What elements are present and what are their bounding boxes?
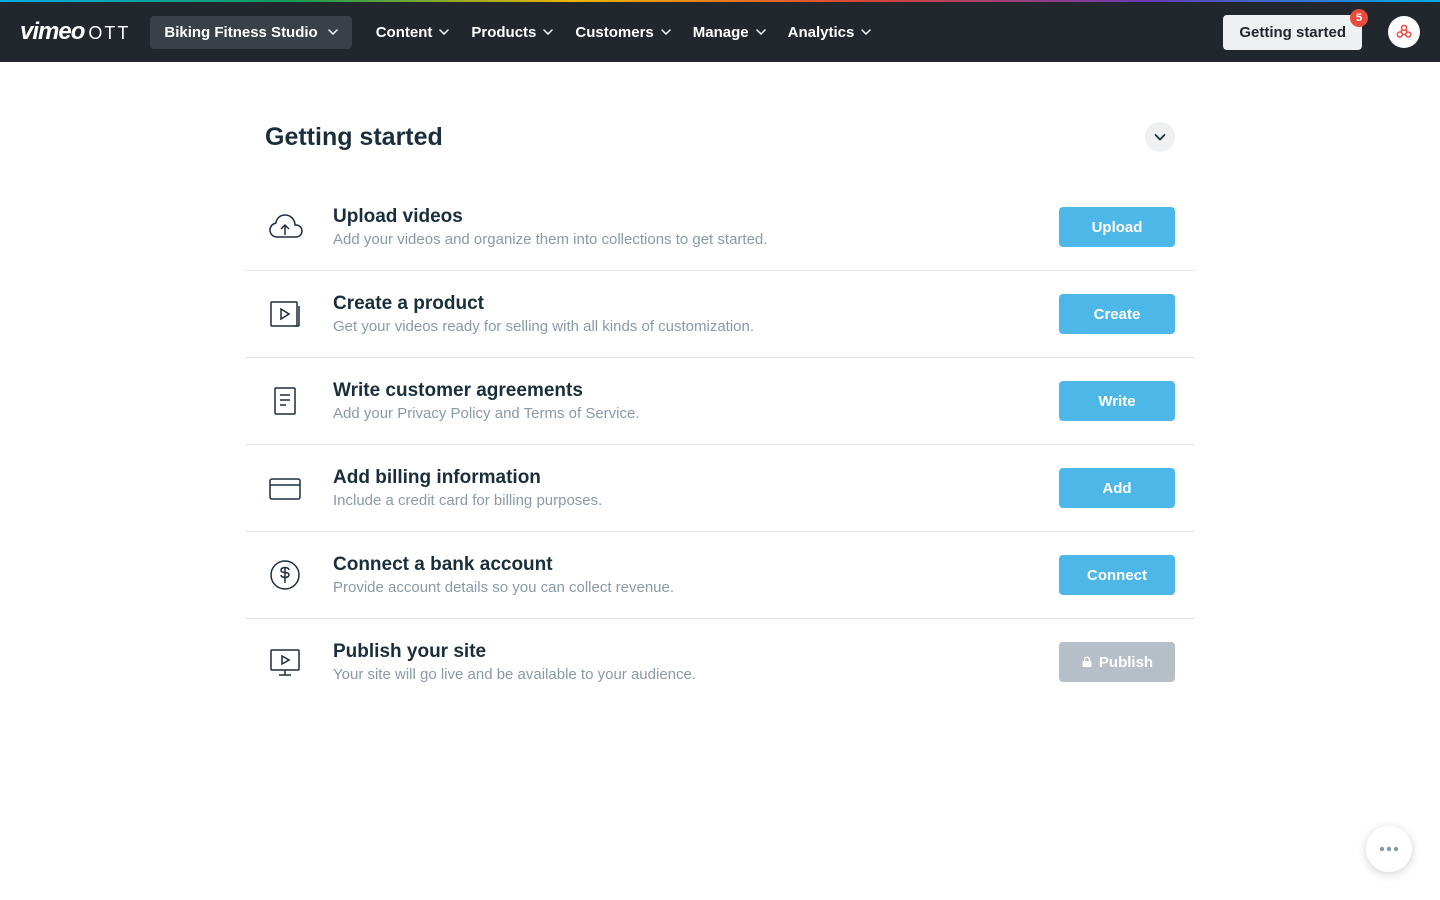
- collapse-button[interactable]: [1145, 122, 1175, 152]
- step-publish-site: Publish your site Your site will go live…: [245, 619, 1195, 705]
- cloud-upload-icon: [265, 207, 305, 247]
- nav-content[interactable]: Content: [376, 24, 450, 41]
- chevron-down-icon: [756, 29, 766, 35]
- avatar-icon: [1394, 22, 1414, 42]
- brand-logo[interactable]: vimeo OTT: [20, 18, 130, 46]
- chevron-down-icon: [1154, 133, 1166, 141]
- step-upload-videos: Upload videos Add your videos and organi…: [245, 184, 1195, 271]
- step-title: Add billing information: [333, 467, 1031, 489]
- step-add-billing: Add billing information Include a credit…: [245, 445, 1195, 532]
- step-text: Write customer agreements Add your Priva…: [333, 380, 1031, 422]
- step-title: Upload videos: [333, 206, 1031, 228]
- nav-manage[interactable]: Manage: [693, 24, 766, 41]
- step-title: Connect a bank account: [333, 554, 1031, 576]
- getting-started-button-wrapper: Getting started 5: [1223, 15, 1362, 50]
- step-text: Publish your site Your site will go live…: [333, 641, 1031, 683]
- step-connect-bank: Connect a bank account Provide account d…: [245, 532, 1195, 619]
- step-desc: Include a credit card for billing purpos…: [333, 492, 1031, 509]
- page-title: Getting started: [265, 123, 443, 152]
- chevron-down-icon: [328, 29, 338, 35]
- chevron-down-icon: [439, 29, 449, 35]
- upload-button[interactable]: Upload: [1059, 207, 1175, 247]
- step-write-agreements: Write customer agreements Add your Priva…: [245, 358, 1195, 445]
- more-fab[interactable]: [1366, 826, 1412, 872]
- create-button[interactable]: Create: [1059, 294, 1175, 334]
- step-title: Publish your site: [333, 641, 1031, 663]
- step-desc: Add your videos and organize them into c…: [333, 231, 1031, 248]
- credit-card-icon: [265, 468, 305, 508]
- nav-products[interactable]: Products: [471, 24, 553, 41]
- chevron-down-icon: [543, 29, 553, 35]
- getting-started-badge: 5: [1350, 9, 1368, 27]
- step-text: Add billing information Include a credit…: [333, 467, 1031, 509]
- page-header-row: Getting started: [245, 122, 1195, 152]
- nav-analytics[interactable]: Analytics: [788, 24, 872, 41]
- connect-button[interactable]: Connect: [1059, 555, 1175, 595]
- workspace-name: Biking Fitness Studio: [164, 24, 317, 41]
- publish-button-label: Publish: [1099, 654, 1153, 671]
- step-desc: Your site will go live and be available …: [333, 666, 1031, 683]
- step-title: Create a product: [333, 293, 1031, 315]
- chevron-down-icon: [661, 29, 671, 35]
- nav-analytics-label: Analytics: [788, 24, 855, 41]
- publish-button[interactable]: Publish: [1059, 642, 1175, 682]
- brand-vimeo: vimeo: [20, 18, 84, 46]
- document-icon: [265, 381, 305, 421]
- nav-items: Content Products Customers Manage Analyt…: [376, 24, 872, 41]
- step-desc: Provide account details so you can colle…: [333, 579, 1031, 596]
- step-text: Upload videos Add your videos and organi…: [333, 206, 1031, 248]
- nav-customers-label: Customers: [575, 24, 653, 41]
- main: Getting started Upload videos Add your v…: [245, 62, 1195, 705]
- dollar-icon: [265, 555, 305, 595]
- nav-content-label: Content: [376, 24, 433, 41]
- more-horizontal-icon: [1379, 846, 1399, 852]
- step-text: Connect a bank account Provide account d…: [333, 554, 1031, 596]
- top-nav: vimeo OTT Biking Fitness Studio Content …: [0, 2, 1440, 62]
- video-product-icon: [265, 294, 305, 334]
- workspace-selector[interactable]: Biking Fitness Studio: [150, 16, 351, 49]
- getting-started-button[interactable]: Getting started: [1223, 15, 1362, 50]
- nav-manage-label: Manage: [693, 24, 749, 41]
- avatar[interactable]: [1388, 16, 1420, 48]
- step-desc: Get your videos ready for selling with a…: [333, 318, 1031, 335]
- monitor-play-icon: [265, 642, 305, 682]
- write-button[interactable]: Write: [1059, 381, 1175, 421]
- brand-ott: OTT: [88, 23, 130, 44]
- chevron-down-icon: [861, 29, 871, 35]
- step-desc: Add your Privacy Policy and Terms of Ser…: [333, 405, 1031, 422]
- step-create-product: Create a product Get your videos ready f…: [245, 271, 1195, 358]
- step-title: Write customer agreements: [333, 380, 1031, 402]
- nav-customers[interactable]: Customers: [575, 24, 670, 41]
- add-button[interactable]: Add: [1059, 468, 1175, 508]
- lock-icon: [1081, 656, 1093, 668]
- nav-products-label: Products: [471, 24, 536, 41]
- step-text: Create a product Get your videos ready f…: [333, 293, 1031, 335]
